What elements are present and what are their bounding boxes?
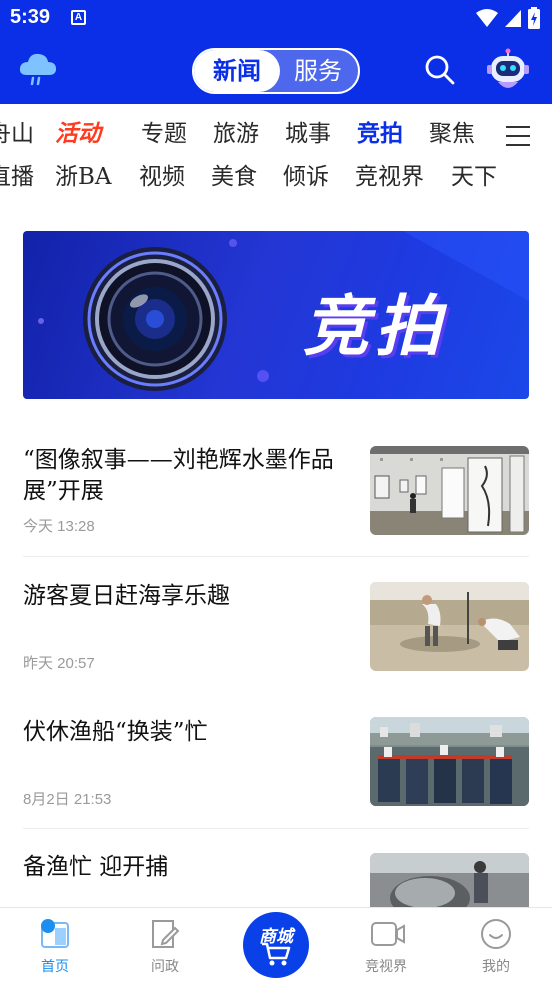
category-travel[interactable]: 旅游 (213, 114, 259, 154)
auction-banner[interactable]: 竞拍 (23, 231, 529, 399)
news-title[interactable]: 备渔忙 迎开捕 (23, 852, 353, 883)
news-title[interactable]: “图像叙事——刘艳辉水墨作品展”开展 (23, 445, 353, 507)
app-header: 5:39 A 新闻 服务 (0, 0, 552, 104)
news-item[interactable]: 伏休渔船“换装”忙 8月2日 21:53 (23, 717, 529, 812)
news-item[interactable]: 备渔忙 迎开捕 (23, 852, 529, 907)
nav-politics-label: 问政 (151, 958, 179, 974)
nav-mine-label: 我的 (482, 958, 510, 974)
battery-icon (528, 7, 540, 29)
nav-home[interactable]: 首页 (10, 908, 100, 983)
category-activity[interactable]: 活动 (55, 114, 101, 154)
news-title[interactable]: 伏休渔船“换装”忙 (23, 717, 353, 748)
edit-document-icon (152, 920, 180, 948)
news-thumbnail[interactable] (370, 446, 529, 535)
category-jingshijie[interactable]: 竞视界 (355, 157, 424, 197)
tab-news[interactable]: 新闻 (194, 50, 280, 92)
video-camera-icon (371, 922, 405, 946)
smile-icon (481, 919, 511, 949)
nav-mall-button[interactable]: 商城 (243, 912, 309, 978)
nav-home-label: 首页 (41, 958, 69, 974)
news-time: 昨天 20:57 (23, 655, 95, 672)
divider (23, 556, 529, 557)
status-time: 5:39 (10, 6, 51, 28)
signal-icon (505, 10, 521, 27)
status-bar: 5:39 A (0, 0, 552, 36)
category-focus[interactable]: 聚焦 (429, 114, 475, 154)
robot-icon[interactable] (486, 48, 530, 94)
category-world[interactable]: 天下 (451, 157, 497, 197)
category-zhoushan[interactable]: 舟山 (0, 114, 34, 154)
news-thumbnail[interactable] (370, 582, 529, 671)
nav-video-label: 竞视界 (365, 958, 407, 974)
camera-lens-icon (38, 231, 529, 391)
banner-title: 竞拍 (303, 288, 447, 365)
cloud-rain-icon[interactable] (18, 50, 58, 86)
divider (23, 828, 529, 829)
news-time: 今天 13:28 (23, 518, 95, 535)
category-confide[interactable]: 倾诉 (283, 157, 329, 197)
app-bar: 新闻 服务 (0, 36, 552, 104)
category-topic[interactable]: 专题 (141, 114, 187, 154)
news-thumbnail[interactable] (370, 853, 529, 907)
category-zhe-ba[interactable]: 浙BA (55, 157, 112, 197)
nav-mine[interactable]: 我的 (451, 908, 541, 983)
news-title[interactable]: 游客夏日赶海享乐趣 (23, 581, 353, 612)
news-service-toggle: 新闻 服务 (192, 48, 360, 94)
category-video[interactable]: 视频 (139, 157, 185, 197)
category-city[interactable]: 城事 (285, 114, 331, 154)
category-auction[interactable]: 竞拍 (357, 114, 403, 154)
wifi-icon (476, 9, 498, 27)
notification-icon: A (71, 10, 86, 25)
menu-icon[interactable] (506, 126, 530, 153)
status-icons (476, 7, 540, 29)
nav-politics[interactable]: 问政 (120, 908, 210, 983)
shopping-cart-icon (262, 942, 291, 966)
category-live[interactable]: 直播 (0, 157, 34, 197)
tab-service[interactable]: 服务 (278, 50, 358, 92)
news-thumbnail[interactable] (370, 717, 529, 806)
nav-video[interactable]: 竞视界 (341, 908, 431, 983)
news-item[interactable]: 游客夏日赶海享乐趣 昨天 20:57 (23, 581, 529, 676)
category-bar: 舟山 活动 专题 旅游 城事 竞拍 聚焦 直播 浙BA 视频 美食 倾诉 竞视界… (0, 104, 552, 200)
category-food[interactable]: 美食 (211, 157, 257, 197)
news-item[interactable]: “图像叙事——刘艳辉水墨作品展”开展 今天 13:28 (23, 445, 529, 540)
search-icon[interactable] (424, 54, 456, 86)
home-icon (41, 919, 69, 948)
news-time: 8月2日 21:53 (23, 791, 112, 808)
